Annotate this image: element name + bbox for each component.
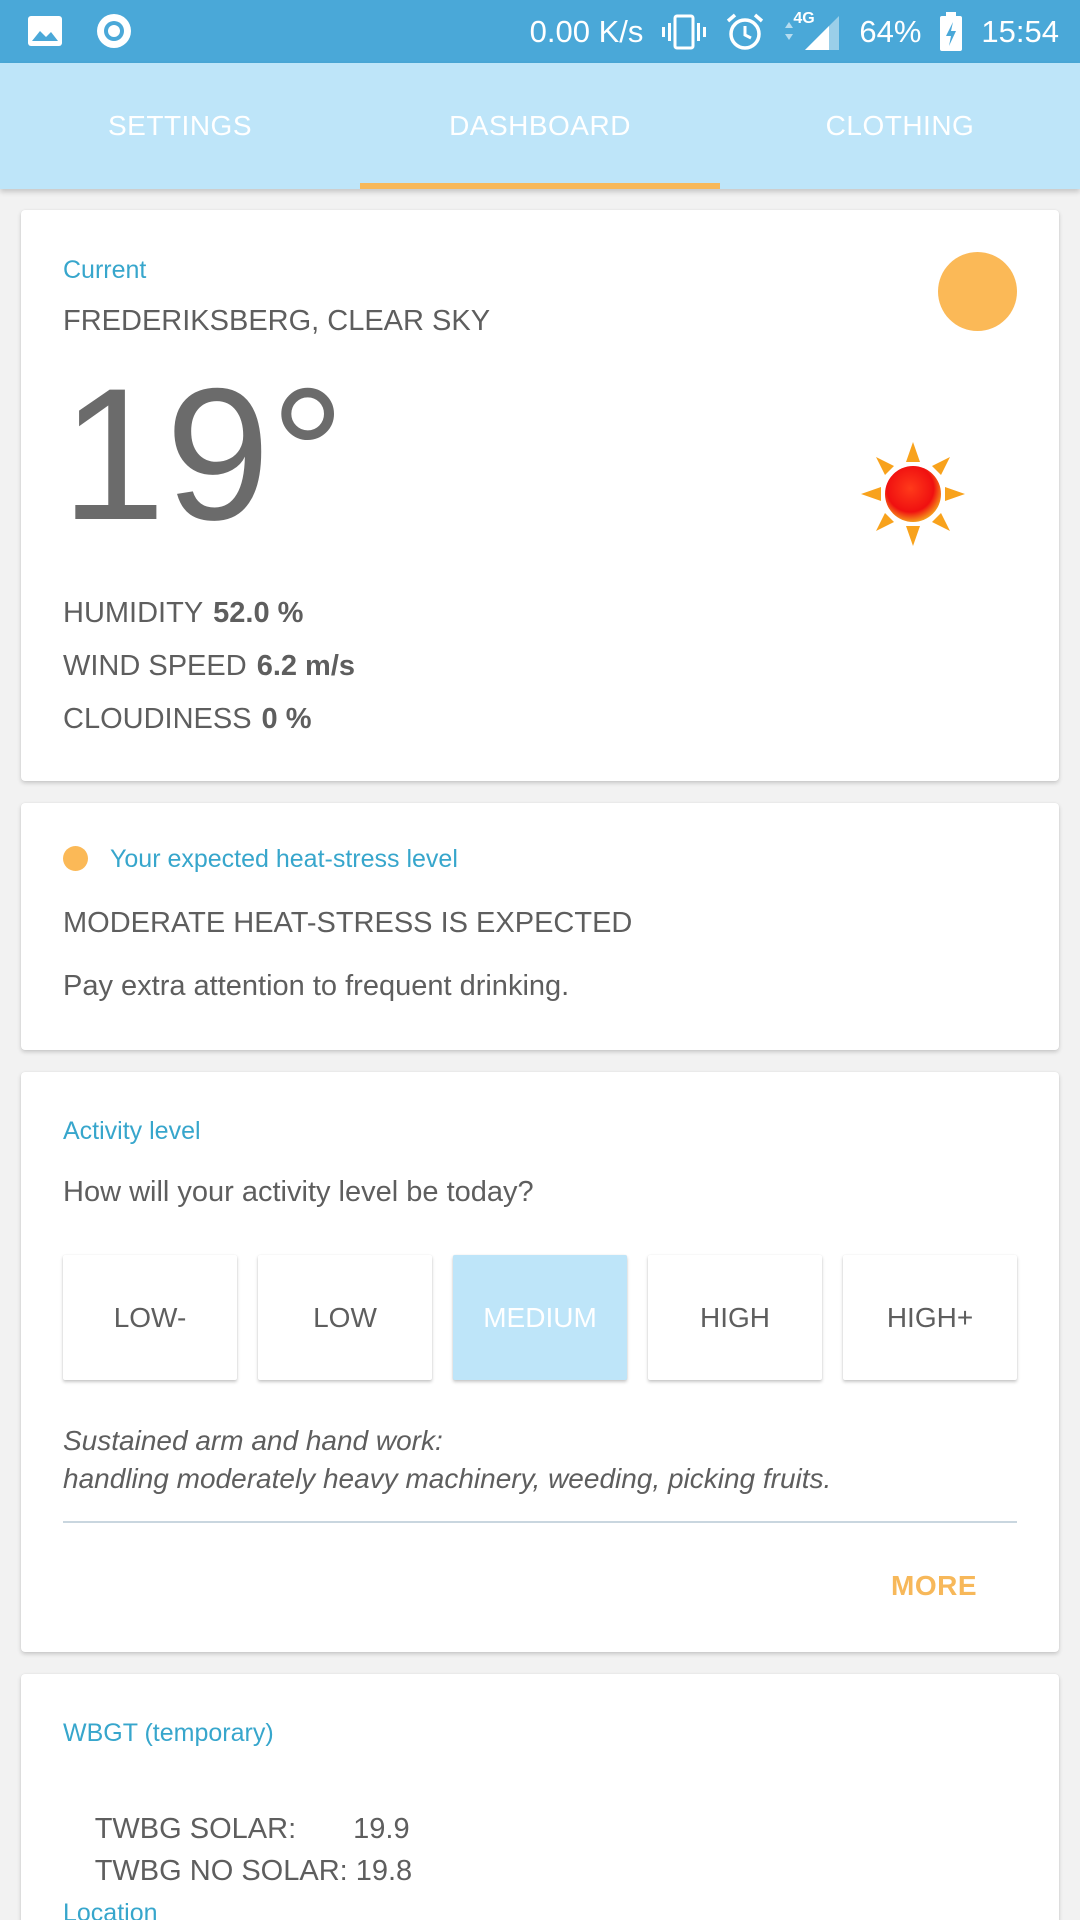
location-text: FREDERIKSBERG, CLEAR SKY (63, 305, 491, 337)
level-high-plus-button[interactable]: HIGH+ (843, 1255, 1017, 1380)
heat-stress-advice: Pay extra attention to frequent drinking… (63, 970, 570, 1002)
cloudiness-label: CLOUDINESS (63, 703, 252, 735)
cloudiness-row: CLOUDINESS 0 % (63, 703, 312, 736)
clock: 15:54 (981, 13, 1059, 49)
sun-icon (861, 442, 965, 546)
tab-settings[interactable]: SETTINGS (0, 63, 360, 189)
level-high-button[interactable]: HIGH (648, 1255, 822, 1380)
activity-level-card: Activity level How will your activity le… (21, 1072, 1059, 1652)
level-medium-button[interactable]: MEDIUM (453, 1255, 627, 1380)
wbgt-card: WBGT (temporary) TWBG SOLAR: 19.9 TWBG NO… (21, 1674, 1059, 1920)
section-label-activity: Activity level (63, 1117, 201, 1145)
activity-description: Sustained arm and hand work: handling mo… (63, 1422, 831, 1498)
wbgt-nosolar-value: 19.8 (355, 1855, 413, 1887)
wind-label: WIND SPEED (63, 650, 247, 682)
humidity-label: HUMIDITY (63, 597, 204, 629)
heat-stress-dot (63, 846, 88, 871)
level-low-button[interactable]: LOW (258, 1255, 432, 1380)
activity-level-selector: LOW- LOW MEDIUM HIGH HIGH+ (63, 1255, 1017, 1382)
section-label-wbgt: WBGT (temporary) (63, 1719, 274, 1747)
section-label-location: Location (63, 1899, 158, 1920)
tab-bar: SETTINGS DASHBOARD CLOTHING (0, 63, 1080, 189)
section-label-current: Current (63, 256, 147, 284)
more-button[interactable]: MORE (891, 1570, 977, 1602)
activity-question: How will your activity level be today? (63, 1176, 534, 1208)
tab-clothing[interactable]: CLOTHING (720, 63, 1080, 189)
network-speed: 0.00 K/s (529, 13, 644, 49)
tab-dashboard[interactable]: DASHBOARD (360, 63, 720, 189)
divider (63, 1521, 1017, 1523)
humidity-row: HUMIDITY 52.0 % (63, 597, 303, 630)
circle-app-icon (97, 14, 131, 48)
tab-indicator (360, 183, 720, 189)
cloudiness-value: 0 % (261, 703, 312, 735)
temperature: 19° (61, 349, 346, 559)
alarm-icon (727, 13, 764, 50)
level-low-minus-button[interactable]: LOW- (63, 1255, 237, 1380)
heat-status-indicator (938, 252, 1017, 331)
vibrate-icon (662, 14, 707, 49)
activity-description-line2: handling moderately heavy machinery, wee… (63, 1463, 832, 1494)
heat-stress-card: Your expected heat-stress level MODERATE… (21, 803, 1059, 1050)
status-bar: 0.00 K/s 4G 64% 15:54 (0, 0, 1080, 63)
wbgt-nosolar-label: TWBG NO SOLAR: (94, 1855, 348, 1887)
activity-description-line1: Sustained arm and hand work: (63, 1425, 443, 1456)
wind-row: WIND SPEED 6.2 m/s (63, 650, 355, 683)
section-label-heat-stress: Your expected heat-stress level (110, 845, 458, 873)
humidity-value: 52.0 % (213, 597, 304, 629)
signal-icon: 4G (783, 10, 841, 52)
battery-charging-icon (940, 11, 963, 51)
battery-level: 64% (859, 13, 922, 49)
heat-stress-headline: MODERATE HEAT-STRESS IS EXPECTED (63, 907, 633, 939)
wind-value: 6.2 m/s (256, 650, 356, 682)
current-weather-card: Current FREDERIKSBERG, CLEAR SKY 19° HUM… (21, 210, 1059, 781)
image-icon (28, 16, 62, 46)
